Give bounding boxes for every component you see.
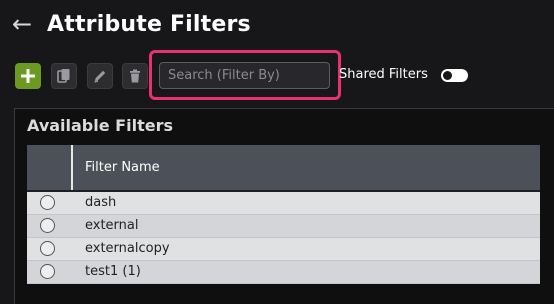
add-filter-button[interactable] <box>15 63 41 89</box>
column-divider[interactable] <box>71 145 73 190</box>
pencil-icon <box>94 70 106 83</box>
toggle-knob <box>443 71 452 80</box>
filter-name-column-header[interactable]: Filter Name <box>85 159 160 177</box>
row-radio[interactable] <box>40 195 55 210</box>
table-body: dash external externalcopy test1 (1) <box>27 192 540 284</box>
edit-filter-button[interactable] <box>87 63 113 89</box>
filter-name-cell: dash <box>85 195 117 210</box>
table-row[interactable]: externalcopy <box>27 238 540 261</box>
row-radio[interactable] <box>40 264 55 279</box>
filter-name-cell: externalcopy <box>85 241 170 256</box>
shared-filters-label: Shared Filters <box>339 67 428 82</box>
filter-name-cell: external <box>85 218 139 233</box>
delete-filter-button[interactable] <box>122 63 148 89</box>
row-radio[interactable] <box>40 241 55 256</box>
table-row[interactable]: test1 (1) <box>27 261 540 284</box>
copy-filter-button[interactable] <box>51 63 77 89</box>
filters-table: Filter Name dash external externalcopy t… <box>27 145 540 284</box>
search-input[interactable] <box>159 62 330 89</box>
copy-icon <box>57 69 70 83</box>
page-title: Attribute Filters <box>47 12 251 37</box>
panel-title: Available Filters <box>27 116 173 135</box>
filter-name-cell: test1 (1) <box>85 264 141 279</box>
table-row[interactable]: dash <box>27 192 540 215</box>
table-row[interactable]: external <box>27 215 540 238</box>
table-header: Filter Name <box>27 145 540 192</box>
page-header: ← Attribute Filters <box>0 0 554 50</box>
arrow-left-icon[interactable]: ← <box>12 10 32 38</box>
plus-icon <box>21 69 35 83</box>
row-radio[interactable] <box>40 218 55 233</box>
shared-filters-toggle[interactable] <box>441 69 468 82</box>
trash-icon <box>130 69 140 83</box>
select-column-header <box>27 145 72 190</box>
